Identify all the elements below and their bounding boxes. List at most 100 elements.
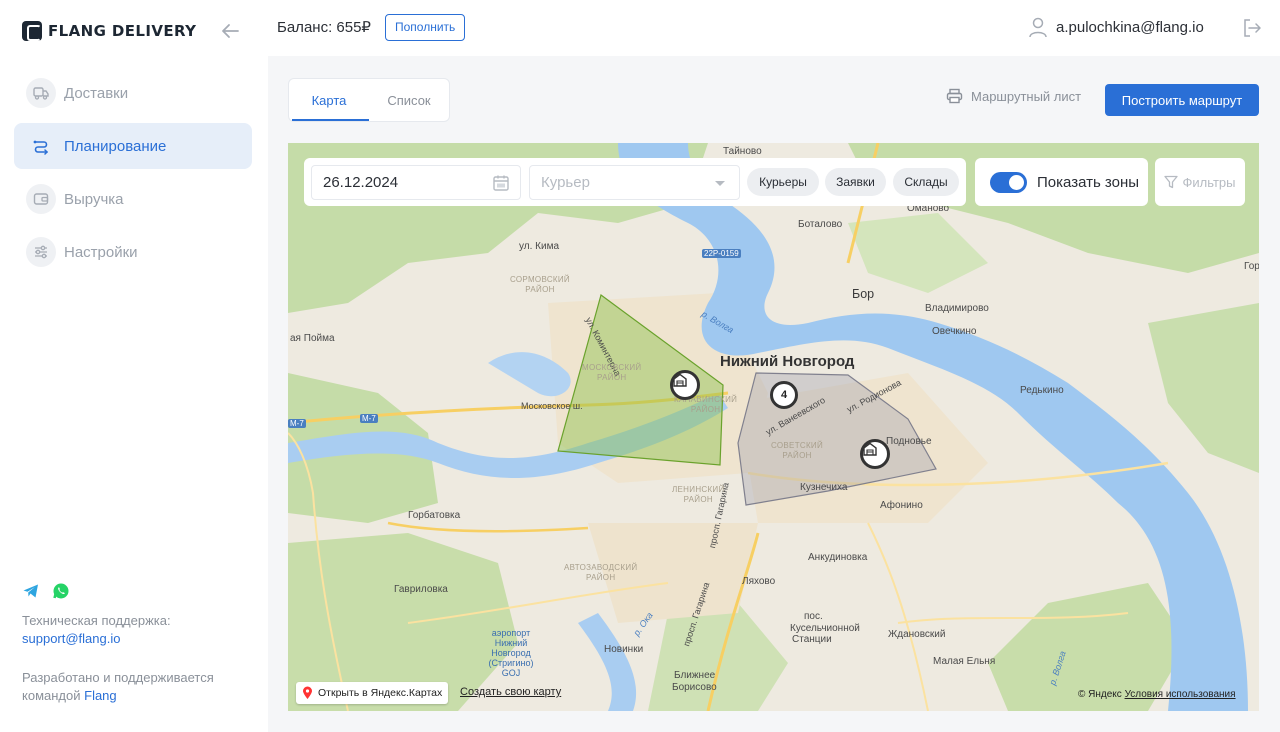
- sidebar-item-settings[interactable]: Настройки: [14, 229, 252, 275]
- map-label: Новинки: [604, 644, 644, 655]
- route-icon: [26, 131, 56, 161]
- courier-select[interactable]: Курьер: [529, 165, 740, 200]
- chip-couriers[interactable]: Курьеры: [747, 168, 819, 196]
- map-label: Московское ш.: [521, 401, 583, 411]
- arrow-left-icon: [222, 24, 239, 38]
- credits-line: Разработано и поддерживается: [22, 670, 214, 685]
- map-label: Гавриловка: [394, 584, 448, 595]
- chip-warehouses[interactable]: Склады: [893, 168, 959, 196]
- city-label: Нижний Новгород: [720, 353, 855, 370]
- district-label: СОРМОВСКИЙ РАЙОН: [510, 275, 570, 294]
- sidebar-item-deliveries[interactable]: Доставки: [14, 70, 252, 116]
- collapse-sidebar-button[interactable]: [218, 20, 242, 42]
- user-email: a.pulochkina@flang.io: [1056, 18, 1204, 36]
- map-copyright: © Яндекс Условия использования: [1078, 689, 1236, 700]
- copyright-text: © Яндекс: [1078, 689, 1122, 700]
- airport-label: аэропорт Нижний Новгород (Стригино) GOJ: [488, 628, 534, 678]
- sidebar-item-label: Настройки: [64, 243, 138, 261]
- create-map-link[interactable]: Создать свою карту: [460, 686, 561, 698]
- map-pin-icon: [303, 686, 312, 699]
- map-label: Ближнее: [674, 670, 716, 681]
- view-tabs: Карта Список: [288, 78, 450, 122]
- map-label: Станции: [792, 634, 832, 645]
- sidebar-nav: Доставки Планирование Выручка Настройки: [14, 70, 252, 282]
- logout-icon: [1244, 19, 1261, 37]
- whatsapp-icon[interactable]: [52, 582, 70, 600]
- sidebar-item-planning[interactable]: Планирование: [14, 123, 252, 169]
- district-label: МОСКОВСКИЙ РАЙОН: [582, 363, 642, 382]
- date-picker[interactable]: 26.12.2024: [311, 165, 521, 200]
- sliders-icon: [26, 237, 56, 267]
- warehouse-marker[interactable]: [860, 439, 890, 469]
- order-cluster-marker[interactable]: 4: [770, 381, 798, 409]
- support-label: Техническая поддержка:: [22, 613, 171, 628]
- map-label: Владимирово: [925, 303, 989, 314]
- map-label: Малая Ельня: [933, 656, 996, 667]
- sidebar: FLANG DELIVERY Доставки Планирование Выр…: [0, 0, 268, 732]
- map-label: Кузнечиха: [800, 482, 848, 493]
- filters-button[interactable]: Фильтры: [1155, 158, 1245, 206]
- user-icon: [1029, 17, 1047, 38]
- map-label: ул. Кима: [519, 241, 560, 252]
- show-zones-toggle[interactable]: [990, 171, 1027, 193]
- brand-name: FLANG DELIVERY: [48, 22, 197, 40]
- open-in-yandex-button[interactable]: Открыть в Яндекс.Картах: [296, 682, 449, 704]
- build-route-button[interactable]: Построить маршрут: [1105, 84, 1259, 116]
- route-sheet-button[interactable]: Маршрутный лист: [946, 88, 1081, 104]
- wallet-icon: [26, 184, 56, 214]
- warehouse-marker[interactable]: [670, 370, 700, 400]
- show-zones-label: Показать зоны: [1037, 173, 1140, 191]
- chevron-down-icon: [715, 181, 725, 186]
- sidebar-item-revenue[interactable]: Выручка: [14, 176, 252, 222]
- balance-display: Баланс: 655₽: [277, 19, 371, 36]
- courier-placeholder: Курьер: [541, 174, 590, 191]
- sidebar-item-label: Планирование: [64, 137, 167, 155]
- map-label: Ждановский: [888, 629, 946, 640]
- filter-icon: [1164, 175, 1179, 189]
- support-email-link[interactable]: support@flang.io: [22, 630, 171, 648]
- open-in-yandex-label: Открыть в Яндекс.Картах: [318, 687, 443, 699]
- user-menu[interactable]: a.pulochkina@flang.io: [1028, 16, 1204, 38]
- show-zones-panel: Показать зоны: [975, 158, 1148, 206]
- printer-icon: [946, 88, 963, 104]
- credits: Разработано и поддерживается командой Fl…: [22, 669, 214, 705]
- tab-list[interactable]: Список: [369, 79, 449, 121]
- route-sheet-label: Маршрутный лист: [971, 88, 1082, 104]
- warehouse-icon: [673, 373, 687, 387]
- credits-line: командой: [22, 688, 81, 703]
- social-links: [22, 582, 70, 600]
- tab-map[interactable]: Карта: [289, 79, 369, 121]
- filters-label: Фильтры: [1182, 174, 1236, 190]
- map-label: Афонино: [880, 500, 923, 511]
- logout-button[interactable]: [1241, 17, 1263, 39]
- map-label: Гор: [1244, 261, 1259, 272]
- flang-link[interactable]: Flang: [84, 688, 117, 703]
- top-header: Баланс: 655₽ Пополнить a.pulochkina@flan…: [268, 0, 1280, 56]
- terms-link[interactable]: Условия использования: [1125, 689, 1236, 700]
- district-label: ЛЕНИНСКИЙ РАЙОН: [672, 485, 725, 504]
- road-badge: М-7: [360, 414, 378, 423]
- map-label: Боталово: [798, 219, 843, 230]
- box-truck-icon: [26, 78, 56, 108]
- topup-button[interactable]: Пополнить: [385, 14, 466, 41]
- map-label: Овечкино: [932, 326, 977, 337]
- date-value: 26.12.2024: [323, 174, 399, 191]
- telegram-icon[interactable]: [22, 582, 40, 600]
- map-label: Кусельчионной: [790, 623, 860, 634]
- map-label: Тайново: [723, 146, 762, 157]
- map-label: Анкудиновка: [808, 552, 868, 563]
- map-label: Редькино: [1020, 385, 1064, 396]
- warehouse-icon: [863, 442, 877, 456]
- support-info: Техническая поддержка: support@flang.io: [22, 612, 171, 648]
- sidebar-item-label: Выручка: [64, 190, 124, 208]
- map-label: Ляхово: [742, 576, 776, 587]
- map-view[interactable]: Тайново Оманово Боталово ул. Кима 22Р-01…: [288, 143, 1259, 711]
- map-label: ая Пойма: [290, 333, 335, 344]
- sidebar-item-label: Доставки: [64, 84, 129, 102]
- map-label: пос.: [804, 611, 823, 622]
- map-label: Горбатовка: [408, 510, 461, 521]
- brand-logo[interactable]: FLANG DELIVERY: [22, 21, 196, 41]
- logo-mark-icon: [22, 21, 42, 41]
- calendar-icon[interactable]: [492, 174, 510, 192]
- chip-orders[interactable]: Заявки: [825, 168, 886, 196]
